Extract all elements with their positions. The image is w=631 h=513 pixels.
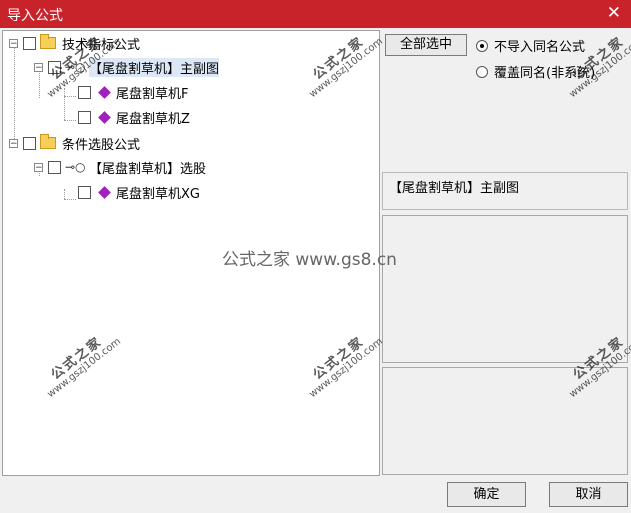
tree-line [64, 120, 76, 121]
collapse-icon[interactable]: − [34, 162, 43, 172]
key-icon: ⊸○ [65, 160, 86, 174]
tree-line [64, 96, 76, 97]
tree-node-selection-formulas[interactable]: − 条件选股公式 [9, 133, 140, 153]
collapse-icon[interactable]: − [34, 62, 43, 72]
folder-icon [40, 34, 56, 49]
title-bar: 导入公式 ✕ [0, 0, 631, 28]
node-label: 条件选股公式 [62, 137, 141, 153]
node-checkbox[interactable] [23, 36, 36, 50]
tree-node-stock-selection[interactable]: − ⊸○ 【尾盘割草机】选股 [34, 157, 206, 177]
node-label: 尾盘割草机F [116, 86, 189, 102]
tree-line [64, 199, 76, 200]
node-label: 尾盘割草机Z [116, 111, 190, 127]
collapse-icon[interactable]: − [9, 38, 18, 48]
node-checkbox[interactable] [78, 185, 91, 199]
node-checkbox[interactable] [78, 110, 91, 124]
tree-node-formula-xg[interactable]: 尾盘割草机XG [78, 182, 200, 202]
radio-no-import-label: 不导入同名公式 [494, 40, 586, 55]
formula-gem-icon [98, 85, 111, 99]
center-watermark: 公式之家 www.gs8.cn [222, 250, 397, 270]
cancel-button[interactable]: 取消 [549, 482, 628, 507]
select-all-button[interactable]: 全部选中 [385, 34, 467, 56]
formula-gem-icon [98, 110, 111, 124]
node-label: 尾盘割草机XG [116, 186, 200, 202]
radio-no-import-dot[interactable] [476, 39, 488, 52]
tree-node-formula-z[interactable]: 尾盘割草机Z [78, 107, 190, 127]
tree-line [64, 189, 65, 199]
collapse-icon[interactable]: − [9, 138, 18, 148]
radio-overwrite-dot[interactable] [476, 65, 488, 78]
formula-name-display: 【尾盘割草机】主副图 [382, 172, 628, 210]
window-title: 导入公式 [7, 8, 63, 24]
node-checkbox[interactable] [48, 160, 61, 174]
tree-line [64, 88, 65, 120]
tree-line [14, 43, 15, 143]
node-label: 【尾盘割草机】选股 [89, 161, 207, 177]
close-icon[interactable]: ✕ [607, 3, 621, 23]
folder-icon [40, 134, 56, 149]
node-label: 【尾盘割草机】主副图 [89, 57, 220, 77]
description-box [382, 215, 628, 363]
radio-no-import[interactable]: 不导入同名公式 [476, 36, 585, 55]
node-checkbox[interactable] [23, 136, 36, 150]
formula-gem-icon [98, 185, 111, 199]
tree-node-formula-f[interactable]: 尾盘割草机F [78, 82, 188, 102]
ok-button[interactable]: 确定 [447, 482, 526, 507]
node-checkbox[interactable] [78, 85, 91, 99]
